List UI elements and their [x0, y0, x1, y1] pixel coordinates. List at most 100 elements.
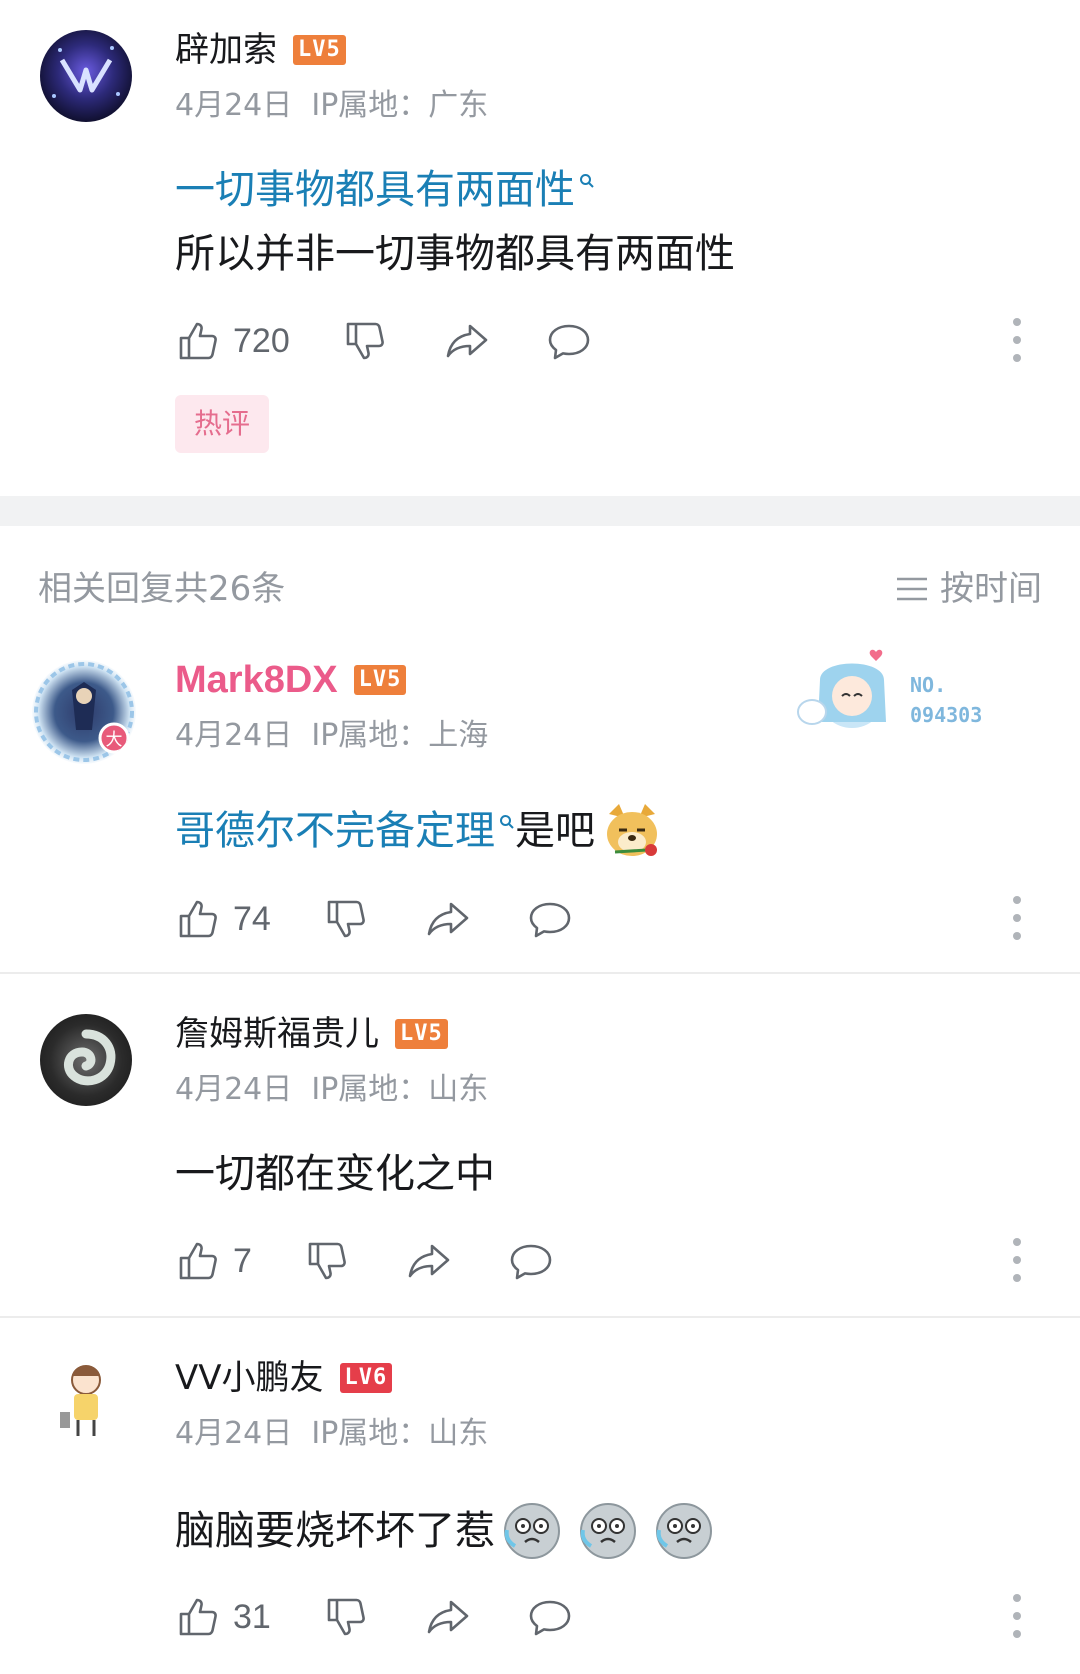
comment-meta: 4月24日 IP属地：山东	[175, 1070, 488, 1110]
like-button[interactable]: 7	[175, 1238, 252, 1284]
like-icon	[179, 322, 217, 360]
comment-content-line1: 一切事物都具有两面性	[175, 162, 595, 218]
like-icon	[179, 1242, 217, 1280]
like-icon	[179, 900, 217, 938]
search-keyword-link[interactable]: 哥德尔不完备定理	[175, 803, 495, 859]
avatar[interactable]	[40, 30, 132, 122]
like-count: 74	[233, 899, 271, 938]
more-button[interactable]	[1012, 1594, 1022, 1638]
comment-meta: 4月24日 IP属地：上海	[175, 716, 488, 756]
dislike-button[interactable]	[342, 318, 388, 364]
avatar-girl-icon	[60, 1365, 101, 1436]
dislike-button[interactable]	[323, 896, 369, 942]
comment-text: 脑脑要烧坏坏了惹	[175, 1508, 495, 1554]
more-icon	[1013, 1238, 1021, 1246]
username[interactable]: Mark8DX	[175, 658, 338, 702]
like-button[interactable]: 31	[175, 1594, 271, 1640]
reply-icon	[510, 1244, 552, 1280]
level-badge: LV5	[293, 35, 346, 65]
share-icon	[408, 1244, 450, 1278]
dislike-icon	[327, 1598, 365, 1636]
fan-card-number: NO. 094303	[910, 673, 983, 727]
more-icon	[1013, 318, 1021, 326]
share-button[interactable]	[425, 1594, 471, 1640]
comment-content: 脑脑要烧坏坏了惹	[175, 1500, 715, 1562]
dislike-icon	[327, 900, 365, 938]
username[interactable]: 辟加索	[175, 28, 277, 72]
dizzy-face-emoji-icon	[580, 1503, 636, 1559]
avatar-jade-icon	[63, 1029, 116, 1086]
comment-text: 所以并非一切事物都具有两面性	[175, 231, 735, 277]
comment-meta: 4月24日 IP属地：山东	[175, 1414, 488, 1454]
sort-icon	[897, 577, 927, 601]
search-icon	[500, 815, 514, 829]
sort-button[interactable]: 按时间	[894, 566, 1042, 612]
comment-ip: IP属地：广东	[311, 88, 489, 123]
level-badge: LV5	[395, 1019, 448, 1049]
avatar-badge: 大	[106, 730, 123, 750]
action-bar: 720	[175, 316, 592, 366]
action-bar: 7	[175, 1236, 554, 1286]
comment-content: 一切都在变化之中	[175, 1146, 495, 1202]
dislike-icon	[308, 1242, 346, 1280]
dislike-button[interactable]	[304, 1238, 350, 1284]
share-button[interactable]	[425, 896, 471, 942]
comment-ip: IP属地：山东	[311, 1416, 489, 1451]
like-button[interactable]: 74	[175, 896, 271, 942]
hot-comment-tag: 热评	[175, 395, 269, 453]
like-count: 31	[233, 1597, 271, 1636]
doge-emoji-icon	[607, 804, 657, 856]
share-button[interactable]	[444, 318, 490, 364]
more-button[interactable]	[1012, 318, 1022, 362]
dislike-icon	[346, 322, 384, 360]
reply-count-label: 相关回复共26条	[38, 569, 286, 609]
more-button[interactable]	[1012, 1238, 1022, 1282]
avatar[interactable]: 大	[32, 660, 136, 764]
username[interactable]: 詹姆斯福贵儿	[175, 1012, 379, 1056]
more-icon	[1013, 896, 1021, 904]
reply-button[interactable]	[527, 1594, 573, 1640]
sort-label: 按时间	[940, 569, 1042, 609]
avatar-logo-icon	[52, 46, 120, 98]
more-button[interactable]	[1012, 896, 1022, 940]
comment-ip: IP属地：山东	[311, 1072, 489, 1107]
search-keyword-link[interactable]: 一切事物都具有两面性	[175, 162, 575, 218]
share-icon	[427, 1600, 469, 1634]
fan-card[interactable]: NO. 094303	[790, 640, 1020, 740]
reply-divider	[0, 972, 1080, 974]
level-badge: LV5	[353, 665, 407, 695]
action-bar: 31	[175, 1592, 573, 1642]
comment-date: 4月24日	[175, 88, 293, 123]
reply-button[interactable]	[508, 1238, 554, 1284]
username[interactable]: VV小鹏友	[175, 1356, 324, 1400]
reply-button[interactable]	[527, 896, 573, 942]
dizzy-face-emoji-icon	[656, 1503, 712, 1559]
dislike-button[interactable]	[323, 1594, 369, 1640]
reply-button[interactable]	[546, 318, 592, 364]
reply-icon	[529, 902, 571, 938]
fan-card-character-icon	[797, 649, 886, 728]
comment-content-line2: 所以并非一切事物都具有两面性	[175, 226, 735, 282]
like-count: 7	[233, 1241, 252, 1280]
more-icon	[1013, 1594, 1021, 1602]
like-icon	[179, 1598, 217, 1636]
reply-icon	[548, 324, 590, 360]
share-icon	[446, 324, 488, 358]
share-button[interactable]	[406, 1238, 452, 1284]
action-bar: 74	[175, 894, 573, 944]
comment-date: 4月24日	[175, 718, 293, 753]
level-badge: LV6	[339, 1363, 393, 1393]
share-icon	[427, 902, 469, 936]
comment-date: 4月24日	[175, 1072, 293, 1107]
dizzy-face-emoji-icon	[504, 1503, 560, 1559]
comment-meta: 4月24日 IP属地：广东	[175, 86, 488, 126]
comment-ip: IP属地：上海	[311, 718, 489, 753]
like-count: 720	[233, 321, 290, 360]
like-button[interactable]: 720	[175, 318, 290, 364]
avatar[interactable]	[40, 1014, 132, 1106]
comment-date: 4月24日	[175, 1416, 293, 1451]
search-icon	[580, 174, 594, 188]
comment-text: 是吧	[515, 808, 595, 854]
avatar[interactable]	[40, 1354, 132, 1446]
avatar-frame-icon: 大	[34, 662, 134, 762]
